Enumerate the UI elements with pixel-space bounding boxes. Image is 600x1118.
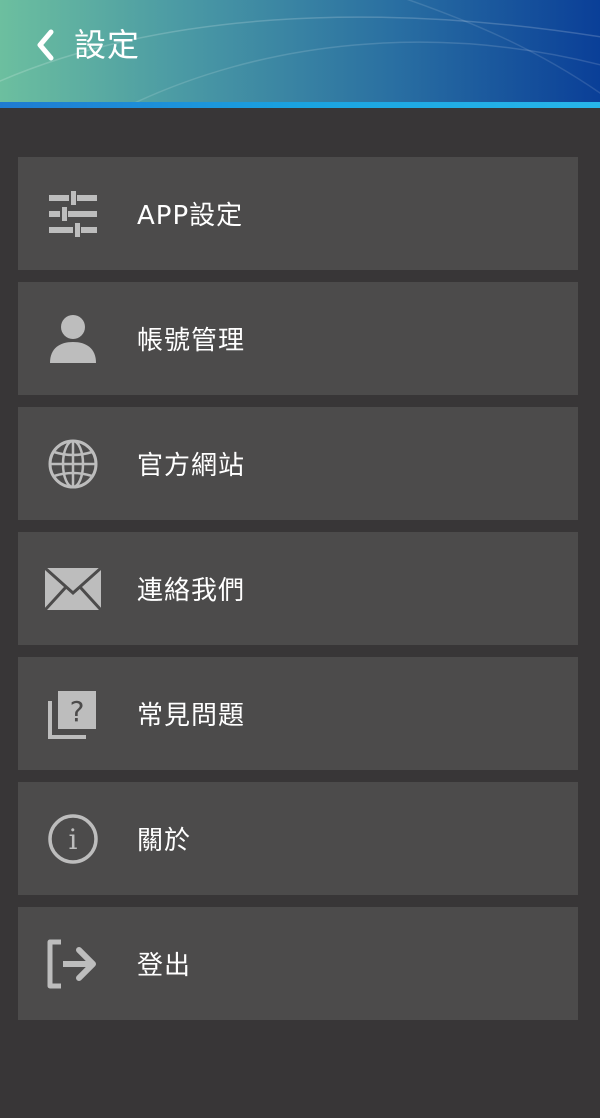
envelope-icon <box>43 559 103 619</box>
menu-item-account[interactable]: 帳號管理 <box>18 282 578 395</box>
menu-item-label: APP設定 <box>137 201 244 231</box>
menu-item-label: 帳號管理 <box>137 326 246 356</box>
chevron-left-icon <box>30 22 60 68</box>
menu-item-website[interactable]: 官方網站 <box>18 407 578 520</box>
menu-item-logout[interactable]: 登出 <box>18 907 578 1020</box>
svg-text:i: i <box>69 823 78 856</box>
sliders-icon <box>43 184 103 244</box>
app-header: 設定 <box>0 0 600 102</box>
menu-item-label: 官方網站 <box>137 451 246 481</box>
menu-item-label: 關於 <box>137 826 192 856</box>
page-title: 設定 <box>74 26 141 64</box>
user-icon <box>43 309 103 369</box>
menu-item-faq[interactable]: ? 常見問題 <box>18 657 578 770</box>
menu-item-label: 登出 <box>137 951 192 981</box>
logout-icon <box>43 934 103 994</box>
menu-item-contact[interactable]: 連絡我們 <box>18 532 578 645</box>
menu-item-label: 常見問題 <box>137 701 246 731</box>
question-icon: ? <box>43 684 103 744</box>
info-icon: i <box>43 809 103 869</box>
menu-item-about[interactable]: i 關於 <box>18 782 578 895</box>
menu-item-app-settings[interactable]: APP設定 <box>18 157 578 270</box>
back-button[interactable]: 設定 <box>30 22 140 68</box>
header-divider <box>0 102 600 108</box>
menu-item-label: 連絡我們 <box>137 576 246 606</box>
globe-icon <box>43 434 103 494</box>
settings-menu: APP設定 帳號管理 官方網站 連絡我們 ? 常見問題 i 關於 登出 <box>18 157 578 1032</box>
svg-text:?: ? <box>70 695 85 728</box>
